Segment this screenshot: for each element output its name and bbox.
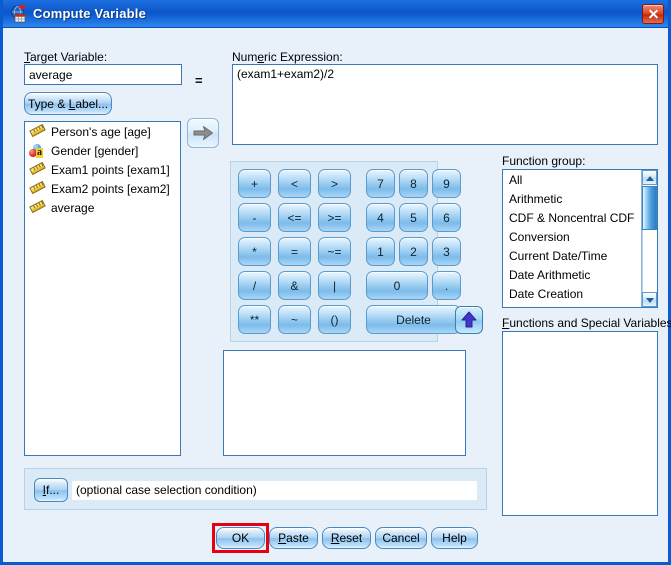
- reset-accel: R: [330, 531, 340, 545]
- scale-ruler-icon: [29, 199, 46, 215]
- numeric-expression-input[interactable]: [232, 64, 658, 145]
- numeric-expression-label-post: ric Expression:: [264, 50, 343, 64]
- keypad-key-divide[interactable]: /: [238, 271, 271, 300]
- list-item-label: average: [51, 200, 95, 215]
- move-to-expression-button[interactable]: [187, 118, 219, 148]
- list-item[interactable]: Exam2 points [exam2]: [25, 179, 180, 198]
- function-group-list[interactable]: All Arithmetic CDF & Noncentral CDF Conv…: [502, 169, 658, 308]
- nominal-string-icon: a: [29, 143, 46, 158]
- list-item-label: Person's age [age]: [51, 124, 151, 139]
- keypad-key-power[interactable]: **: [238, 305, 271, 334]
- type-and-label-button-text: Type & Label...: [27, 96, 109, 111]
- paste-button-text: Paste: [278, 531, 309, 545]
- reset-button[interactable]: Reset: [322, 527, 371, 549]
- scroll-down-icon[interactable]: [642, 292, 657, 307]
- keypad-key-plus[interactable]: +: [238, 169, 271, 198]
- function-group-label-pre: Function: [502, 154, 552, 168]
- list-item-label: Gender [gender]: [51, 143, 139, 158]
- title-bar: Compute Variable: [3, 0, 668, 28]
- if-accel: I: [42, 483, 46, 497]
- keypad-key-1[interactable]: 1: [366, 237, 395, 266]
- keypad-key-not[interactable]: ~: [278, 305, 311, 334]
- cancel-button[interactable]: Cancel: [375, 527, 427, 549]
- keypad-key-multiply[interactable]: *: [238, 237, 271, 266]
- type-and-label-accel: L: [68, 96, 76, 111]
- keypad-key-equals[interactable]: =: [278, 237, 311, 266]
- list-item[interactable]: CDF & Noncentral CDF: [503, 208, 641, 227]
- keypad-key-8[interactable]: 8: [399, 169, 428, 198]
- keypad-key-less-or-equal[interactable]: <=: [278, 203, 311, 232]
- keypad-key-greater-than[interactable]: >: [318, 169, 351, 198]
- keypad-key-or[interactable]: |: [318, 271, 351, 300]
- spss-compute-icon: [9, 3, 27, 23]
- window-title: Compute Variable: [33, 6, 147, 21]
- list-item[interactable]: average: [25, 198, 180, 217]
- function-group-label-post: roup:: [558, 154, 586, 168]
- keypad-key-4[interactable]: 4: [366, 203, 395, 232]
- paste-button[interactable]: Paste: [269, 527, 318, 549]
- keypad-key-6[interactable]: 6: [432, 203, 461, 232]
- if-button-text: If...: [42, 483, 60, 497]
- target-variable-label-rest: arget Variable:: [30, 50, 108, 64]
- list-item[interactable]: All: [503, 170, 641, 189]
- expression-preview-panel[interactable]: [223, 350, 466, 456]
- function-group-label: Function group:: [502, 154, 585, 168]
- keypad-key-5[interactable]: 5: [399, 203, 428, 232]
- equals-sign: =: [195, 73, 203, 88]
- keypad-key-parentheses[interactable]: (): [318, 305, 351, 334]
- list-item[interactable]: Date Arithmetic: [503, 265, 641, 284]
- function-group-list-items: All Arithmetic CDF & Noncentral CDF Conv…: [503, 170, 641, 307]
- scale-ruler-icon: [29, 161, 46, 177]
- target-variable-input[interactable]: [24, 64, 182, 85]
- scale-ruler-icon: [29, 123, 46, 139]
- numeric-expression-label: Numeric Expression:: [232, 50, 343, 64]
- keypad-key-minus[interactable]: -: [238, 203, 271, 232]
- keypad-key-decimal[interactable]: .: [432, 271, 461, 300]
- list-item[interactable]: Person's age [age]: [25, 122, 180, 141]
- list-item[interactable]: Date Creation: [503, 284, 641, 303]
- insert-function-button[interactable]: [455, 306, 483, 334]
- list-item-label: Exam1 points [exam1]: [51, 162, 170, 177]
- keypad-key-9[interactable]: 9: [432, 169, 461, 198]
- target-variable-label: Target Variable:: [24, 50, 107, 64]
- screen: Compute Variable Target Variable: = Type…: [0, 0, 671, 565]
- keypad-key-greater-or-equal[interactable]: >=: [318, 203, 351, 232]
- variable-list[interactable]: Person's age [age] a Gender [gender] Exa…: [24, 121, 181, 456]
- case-selection-condition-text: (optional case selection condition): [72, 481, 477, 500]
- keypad-key-2[interactable]: 2: [399, 237, 428, 266]
- dialog-body: Target Variable: = Type & Label... Perso…: [3, 28, 671, 562]
- keypad-key-not-equals[interactable]: ~=: [318, 237, 351, 266]
- keypad-key-3[interactable]: 3: [432, 237, 461, 266]
- list-item[interactable]: a Gender [gender]: [25, 141, 180, 160]
- help-button[interactable]: Help: [431, 527, 478, 549]
- paste-accel: P: [278, 531, 287, 545]
- reset-button-text: Reset: [330, 531, 363, 545]
- list-item[interactable]: Current Date/Time: [503, 246, 641, 265]
- keypad-key-and[interactable]: &: [278, 271, 311, 300]
- scroll-up-icon[interactable]: [642, 170, 657, 185]
- scrollbar-thumb[interactable]: [642, 186, 657, 230]
- list-item[interactable]: Exam1 points [exam1]: [25, 160, 180, 179]
- function-group-scrollbar[interactable]: [641, 170, 657, 307]
- list-item[interactable]: Conversion: [503, 227, 641, 246]
- list-item-label: Exam2 points [exam2]: [51, 181, 170, 196]
- ok-button[interactable]: OK: [216, 527, 265, 549]
- scale-ruler-icon: [29, 180, 46, 196]
- case-selection-group: If... (optional case selection condition…: [24, 468, 487, 510]
- close-icon[interactable]: [642, 3, 664, 24]
- compute-variable-dialog: Compute Variable Target Variable: = Type…: [0, 0, 671, 565]
- functions-special-variables-label-rest: unctions and Special Variables:: [509, 316, 671, 330]
- calculator-keypad: + < > 7 8 9 - <= >= 4 5 6 * = ~= 1 2 3 /…: [230, 161, 461, 342]
- if-button[interactable]: If...: [34, 478, 68, 502]
- list-item[interactable]: Arithmetic: [503, 189, 641, 208]
- functions-special-variables-list[interactable]: [502, 331, 658, 516]
- keypad-key-delete[interactable]: Delete: [366, 305, 461, 334]
- keypad-key-7[interactable]: 7: [366, 169, 395, 198]
- numeric-expression-label-pre: Num: [232, 50, 258, 64]
- keypad-key-less-than[interactable]: <: [278, 169, 311, 198]
- functions-special-variables-label: Functions and Special Variables:: [502, 316, 671, 330]
- type-and-label-button[interactable]: Type & Label...: [24, 92, 112, 115]
- keypad-key-0[interactable]: 0: [366, 271, 428, 300]
